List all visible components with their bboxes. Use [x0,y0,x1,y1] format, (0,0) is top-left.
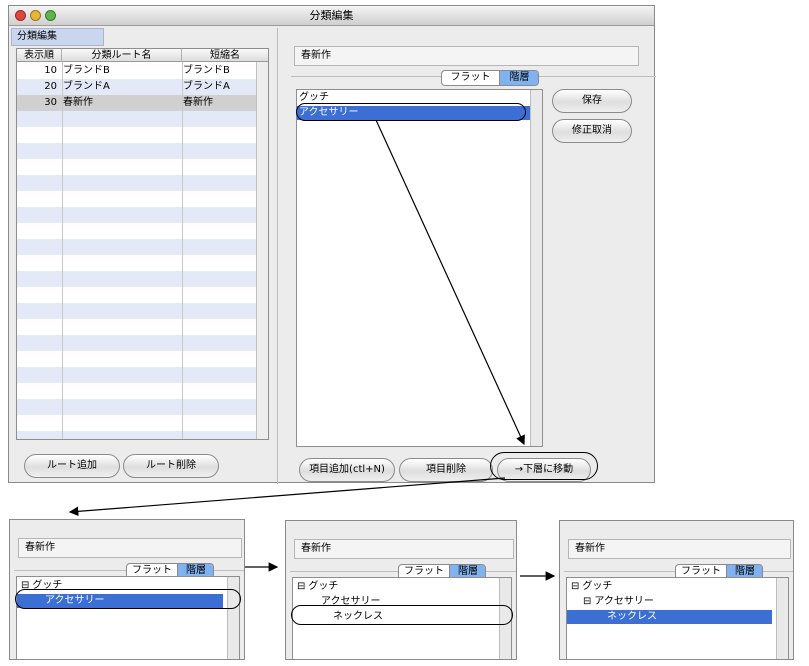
list-item-label: グッチ [308,581,339,592]
collapse-icon[interactable]: ⊟ [297,581,305,592]
highlight-oval [291,605,513,625]
list-item-label: グッチ [582,581,613,592]
item-tree-list[interactable]: ⊟ グッチ ⊟ アクセサリー ネックレス [566,577,789,659]
list-item-label: ネックレス [607,611,657,622]
arrow-to-move-button [375,119,525,446]
step-panel: 春新作 フラット 階層 ⊟ グッチ アクセサリー ネックレス [285,520,517,660]
list-item[interactable]: ⊟ グッチ [293,580,495,594]
list-item-label: アクセサリー [594,596,654,607]
arrow-to-step-one [68,477,506,517]
list-item[interactable]: ⊟ アクセサリー [567,595,772,609]
collapse-icon[interactable]: ⊟ [571,581,579,592]
list-item-selected[interactable]: ネックレス [567,610,772,624]
category-name-field[interactable]: 春新作 [18,538,242,558]
step-panel: 春新作 フラット 階層 ⊟ グッチ ⊟ アクセサリー ネックレス [559,520,794,660]
category-name-field[interactable]: 春新作 [568,539,791,559]
collapse-icon[interactable]: ⊟ [583,596,591,607]
category-name-field[interactable]: 春新作 [294,539,514,559]
highlight-oval [15,589,241,609]
item-list-scrollbar[interactable] [776,578,788,659]
list-item[interactable]: ⊟ グッチ [567,580,772,594]
